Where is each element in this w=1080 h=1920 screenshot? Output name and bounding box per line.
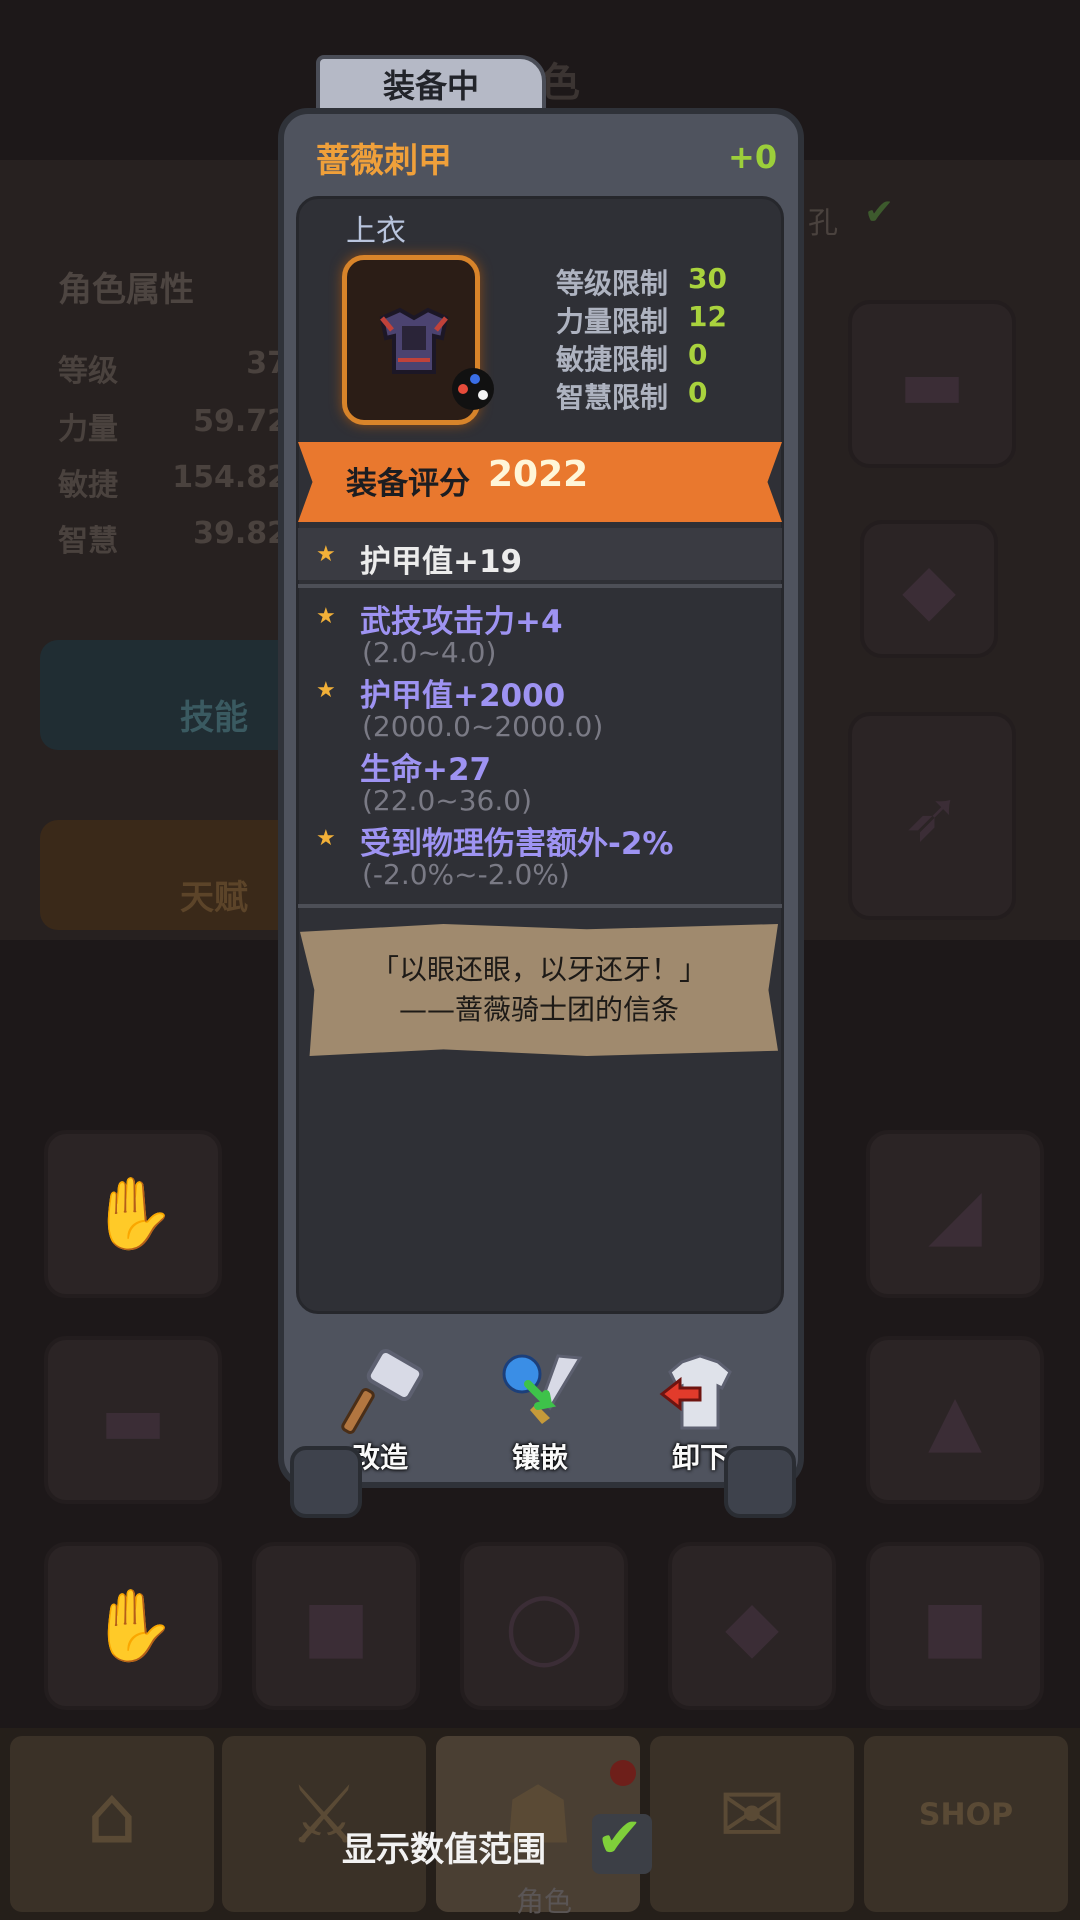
requirement-label: 敏捷限制 (556, 343, 669, 376)
ring-icon: ◯ (504, 1585, 584, 1667)
chest-armor-icon (372, 300, 456, 399)
nav-shop-button[interactable]: SHOP (864, 1736, 1068, 1912)
hammer-icon-shape (341, 1348, 424, 1434)
chest-icon: ■ (302, 1585, 370, 1667)
divider (298, 584, 782, 588)
nav-character-label: 角色 (516, 1885, 573, 1918)
requirement-label: 等级限制 (556, 267, 669, 300)
gem-socket-icon (452, 368, 494, 410)
requirement-value: 0 (688, 338, 708, 371)
background-screen-title: 色 (540, 60, 580, 106)
magic-attribute: 受到物理伤害额外-2% (360, 826, 674, 862)
magic-attribute: 生命+27 (360, 752, 492, 788)
boots-icon: ◢ (928, 1173, 982, 1255)
background-hole-label: 孔 (808, 206, 838, 241)
star-icon: ★ (316, 826, 336, 851)
chest-icon: ■ (921, 1585, 989, 1667)
magic-attribute: 武技攻击力+4 (360, 604, 563, 640)
background-inventory-slot: ▬ (44, 1336, 222, 1504)
background-stat-row: 敏捷 154.82 (58, 460, 288, 504)
stat-value: 39.82 (193, 516, 288, 551)
belt-icon: ▬ (99, 1379, 167, 1461)
chest-armor-icon-shape (379, 307, 449, 374)
stat-label: 等级 (58, 354, 118, 389)
background-inventory-slot: ■ (866, 1542, 1044, 1710)
requirement-label: 力量限制 (556, 305, 669, 338)
gem-sword-icon-shape (502, 1354, 583, 1424)
star-icon: ★ (316, 542, 336, 567)
attribute-range: (2000.0~2000.0) (362, 710, 604, 743)
quiver-icon: ➶ (902, 775, 962, 857)
inlay-button[interactable]: 镶嵌 (480, 1348, 600, 1474)
background-equip-slot: ◆ (860, 520, 998, 658)
attribute-range: (2.0~4.0) (362, 636, 497, 669)
enhance-level: +0 (728, 138, 778, 176)
divider (298, 904, 782, 908)
bag-icon: ◆ (902, 548, 956, 630)
requirement-value: 0 (688, 376, 708, 409)
unequip-armor-icon-shape (659, 1354, 732, 1430)
background-inventory-slot: ◯ (460, 1542, 628, 1710)
inlay-label: 镶嵌 (511, 1441, 568, 1474)
item-name: 蔷薇刺甲 (316, 141, 452, 181)
lore-line: ——蔷薇骑士团的信条 (398, 993, 679, 1026)
gauntlet-icon: ✋ (89, 1172, 177, 1255)
attribute-range: (-2.0%~-2.0%) (362, 858, 570, 891)
background-inventory-slot: ■ (252, 1542, 420, 1710)
stat-label: 敏捷 (58, 468, 118, 503)
item-slot-type: 上衣 (346, 214, 406, 249)
shop-icon: SHOP (918, 1797, 1014, 1833)
requirement-level: 等级限制 30 (556, 262, 727, 302)
background-stat-row: 等级 37 (58, 346, 288, 390)
stat-label: 智慧 (58, 524, 118, 559)
gauntlet-icon: ✋ (89, 1584, 177, 1667)
check-icon: ✔ (596, 1806, 643, 1871)
background-stats-title: 角色属性 (58, 270, 194, 310)
requirement-wisdom: 智慧限制 0 (556, 376, 707, 416)
notification-dot (610, 1760, 636, 1786)
nav-home-button[interactable]: ⌂ (10, 1736, 214, 1912)
home-icon: ⌂ (86, 1768, 138, 1862)
stat-value: 59.72 (193, 404, 288, 439)
background-equip-slot: ▬ (848, 300, 1016, 468)
score-value: 2022 (488, 454, 589, 495)
background-skill-label: 技能 (180, 698, 248, 738)
background-inventory-slot: ▲ (866, 1336, 1044, 1504)
base-attribute: 护甲值+19 (360, 544, 523, 580)
background-stat-row: 力量 59.72 (58, 404, 288, 448)
attribute-range: (22.0~36.0) (362, 784, 532, 817)
score-label: 装备评分 (346, 466, 470, 502)
quest-scroll-icon: ✉ (718, 1768, 786, 1862)
belt-icon: ▬ (898, 343, 966, 425)
background-check-icon: ✔ (864, 192, 895, 233)
armor-icon: ◆ (725, 1585, 779, 1667)
star-icon: ★ (316, 678, 336, 703)
background-inventory-slot: ✋ (44, 1542, 222, 1710)
show-range-label: 显示数值范围 (342, 1830, 546, 1870)
magic-attribute: 护甲值+2000 (360, 678, 566, 714)
lore-line: 「以眼还眼，以牙还牙！」 (370, 953, 707, 986)
nav-quest-button[interactable]: ✉ (650, 1736, 854, 1912)
background-inventory-slot: ◢ (866, 1130, 1044, 1298)
requirement-value: 30 (688, 262, 727, 295)
requirement-label: 智慧限制 (556, 381, 669, 414)
background-inventory-slot: ◆ (668, 1542, 836, 1710)
item-lore-text: 「以眼还眼，以牙还牙！」 ——蔷薇骑士团的信条 (300, 950, 778, 1030)
requirement-strength: 力量限制 12 (556, 300, 727, 340)
stat-value: 154.82 (172, 460, 288, 495)
star-icon: ★ (316, 604, 336, 629)
show-range-checkbox[interactable]: ✔ (592, 1806, 652, 1874)
hat-icon: ▲ (928, 1379, 982, 1461)
stat-label: 力量 (58, 412, 118, 447)
requirement-value: 12 (688, 300, 727, 333)
background-equip-slot: ➶ (848, 712, 1016, 920)
requirement-agility: 敏捷限制 0 (556, 338, 707, 378)
background-stat-row: 智慧 39.82 (58, 516, 288, 560)
frame-corner-right (724, 1446, 796, 1518)
background-inventory-slot: ✋ (44, 1130, 222, 1298)
background-talent-label: 天赋 (180, 878, 248, 918)
frame-corner-left (290, 1446, 362, 1518)
